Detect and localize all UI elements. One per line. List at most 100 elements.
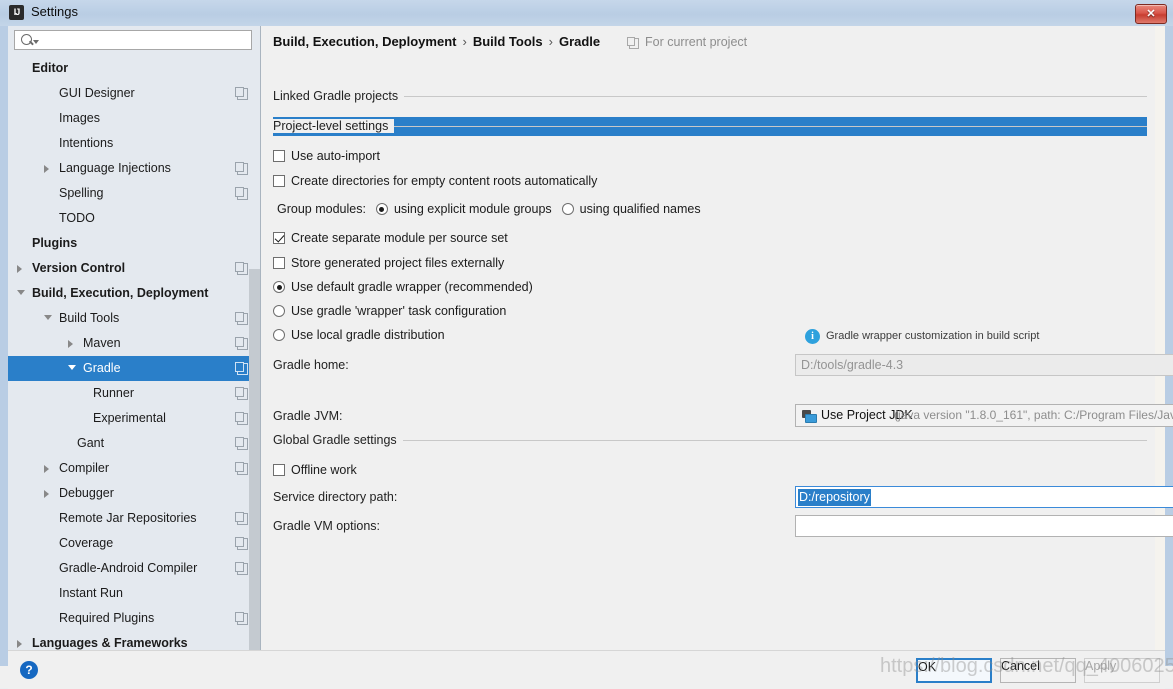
checkbox-row-use-auto-import[interactable]: Use auto-import xyxy=(273,149,380,163)
chevron-right-icon[interactable] xyxy=(68,340,73,348)
window-frame-left xyxy=(0,26,8,666)
create-directories-label: Create directories for empty content roo… xyxy=(291,174,597,188)
checkbox-row-separate-module[interactable]: Create separate module per source set xyxy=(273,231,508,245)
breadcrumb-part-2[interactable]: Build Tools xyxy=(473,34,543,49)
checkbox-row-offline-work[interactable]: Offline work xyxy=(273,463,357,477)
gradle-jvm-label: Gradle JVM: xyxy=(273,409,342,423)
chevron-right-icon[interactable] xyxy=(17,265,22,273)
copy-icon xyxy=(237,538,248,550)
radio-row-wrapper-task[interactable]: Use gradle 'wrapper' task configuration xyxy=(273,304,506,318)
sidebar-item-build-execution-deployment[interactable]: Build, Execution, Deployment xyxy=(8,281,260,306)
sidebar-item-gradle-android-compiler[interactable]: Gradle-Android Compiler xyxy=(8,556,260,581)
offline-work-checkbox[interactable] xyxy=(273,464,285,476)
sidebar-scrollbar-thumb[interactable] xyxy=(249,269,260,650)
sidebar-item-maven[interactable]: Maven xyxy=(8,331,260,356)
sidebar-item-images[interactable]: Images xyxy=(8,106,260,131)
cancel-button[interactable]: Cancel xyxy=(1000,658,1076,683)
chevron-right-icon[interactable] xyxy=(17,640,22,648)
use-local-distribution-radio[interactable] xyxy=(273,329,285,341)
sidebar-item-label: Languages & Frameworks xyxy=(32,631,188,650)
breadcrumb-separator-1: › xyxy=(462,34,466,49)
copy-icon xyxy=(237,163,248,175)
use-auto-import-checkbox[interactable] xyxy=(273,150,285,162)
service-directory-field[interactable]: D:/repository xyxy=(795,486,1173,508)
sidebar-item-languages-frameworks[interactable]: Languages & Frameworks xyxy=(8,631,260,650)
chevron-right-icon[interactable] xyxy=(44,465,49,473)
sidebar-item-label: Experimental xyxy=(93,406,166,431)
create-separate-module-checkbox[interactable] xyxy=(273,232,285,244)
help-icon[interactable] xyxy=(20,661,38,679)
sidebar-item-remote-jar-repositories[interactable]: Remote Jar Repositories xyxy=(8,506,260,531)
using-qualified-names-radio[interactable] xyxy=(562,203,574,215)
sidebar-item-runner[interactable]: Runner xyxy=(8,381,260,406)
chevron-down-icon[interactable] xyxy=(44,315,52,320)
sidebar-item-gui-designer[interactable]: GUI Designer xyxy=(8,81,260,106)
sidebar-item-compiler[interactable]: Compiler xyxy=(8,456,260,481)
breadcrumb-part-3[interactable]: Gradle xyxy=(559,34,600,49)
close-icon[interactable] xyxy=(1135,4,1167,24)
search-box[interactable] xyxy=(14,30,252,50)
sidebar-item-required-plugins[interactable]: Required Plugins xyxy=(8,606,260,631)
sidebar-item-label: Coverage xyxy=(59,531,113,556)
linked-projects-group-line xyxy=(273,96,1147,97)
breadcrumb-part-1[interactable]: Build, Execution, Deployment xyxy=(273,34,456,49)
group-modules-row: Group modules:using explicit module grou… xyxy=(277,202,701,216)
gradle-home-label: Gradle home: xyxy=(273,358,349,372)
copy-icon xyxy=(237,188,248,200)
using-qualified-names-label: using qualified names xyxy=(580,202,701,216)
chevron-down-icon[interactable] xyxy=(68,365,76,370)
sidebar-item-build-tools[interactable]: Build Tools xyxy=(8,306,260,331)
wrapper-info-text: Gradle wrapper customization in build sc… xyxy=(826,330,1039,342)
copy-icon xyxy=(237,413,248,425)
sidebar-item-label: Build, Execution, Deployment xyxy=(32,281,208,306)
sidebar-item-label: GUI Designer xyxy=(59,81,135,106)
window-title: Settings xyxy=(31,4,78,19)
sidebar-item-gradle[interactable]: Gradle xyxy=(8,356,260,381)
sidebar-item-editor[interactable]: Editor xyxy=(8,56,260,81)
for-current-project-label: For current project xyxy=(645,35,747,49)
sidebar-item-plugins[interactable]: Plugins xyxy=(8,231,260,256)
sidebar-scrollbar-track[interactable] xyxy=(249,269,260,650)
sidebar-item-coverage[interactable]: Coverage xyxy=(8,531,260,556)
copy-icon xyxy=(237,338,248,350)
ok-button[interactable]: OK xyxy=(916,658,992,683)
chevron-right-icon[interactable] xyxy=(44,490,49,498)
sidebar-item-label: Maven xyxy=(83,331,121,356)
gradle-home-field[interactable]: D:/tools/gradle-4.3 xyxy=(795,354,1173,376)
search-input[interactable] xyxy=(41,32,250,51)
chevron-right-icon[interactable] xyxy=(44,165,49,173)
sidebar-item-label: Remote Jar Repositories xyxy=(59,506,197,531)
radio-row-local-distribution[interactable]: Use local gradle distribution xyxy=(273,328,445,342)
sidebar-item-experimental[interactable]: Experimental xyxy=(8,406,260,431)
checkbox-row-create-directories[interactable]: Create directories for empty content roo… xyxy=(273,174,597,188)
sidebar-item-todo[interactable]: TODO xyxy=(8,206,260,231)
use-default-gradle-wrapper-radio[interactable] xyxy=(273,281,285,293)
apply-button[interactable]: Apply xyxy=(1084,658,1160,683)
chevron-down-icon[interactable] xyxy=(17,290,25,295)
chevron-down-icon[interactable] xyxy=(33,40,39,44)
sidebar-item-gant[interactable]: Gant xyxy=(8,431,260,456)
checkbox-row-store-external[interactable]: Store generated project files externally xyxy=(273,256,504,270)
sidebar-item-label: Runner xyxy=(93,381,134,406)
vm-options-field[interactable] xyxy=(795,515,1173,537)
sidebar-item-spelling[interactable]: Spelling xyxy=(8,181,260,206)
copy-icon xyxy=(237,263,248,275)
info-icon[interactable] xyxy=(805,329,820,344)
settings-sidebar: EditorGUI DesignerImagesIntentionsLangua… xyxy=(8,26,261,650)
sidebar-item-language-injections[interactable]: Language Injections xyxy=(8,156,260,181)
settings-tree: EditorGUI DesignerImagesIntentionsLangua… xyxy=(8,56,260,650)
store-generated-externally-checkbox[interactable] xyxy=(273,257,285,269)
ide-background-strip xyxy=(1154,26,1165,666)
sidebar-item-version-control[interactable]: Version Control xyxy=(8,256,260,281)
radio-row-default-wrapper[interactable]: Use default gradle wrapper (recommended) xyxy=(273,280,533,294)
sidebar-item-instant-run[interactable]: Instant Run xyxy=(8,581,260,606)
sidebar-item-debugger[interactable]: Debugger xyxy=(8,481,260,506)
copy-icon xyxy=(237,388,248,400)
sidebar-item-label: Spelling xyxy=(59,181,103,206)
use-wrapper-task-radio[interactable] xyxy=(273,305,285,317)
using-explicit-module-groups-radio[interactable] xyxy=(376,203,388,215)
breadcrumb-separator-2: › xyxy=(549,34,553,49)
sidebar-item-intentions[interactable]: Intentions xyxy=(8,131,260,156)
create-directories-checkbox[interactable] xyxy=(273,175,285,187)
gradle-jvm-combobox[interactable]: Use Project JDK (java version "1.8.0_161… xyxy=(795,404,1173,427)
